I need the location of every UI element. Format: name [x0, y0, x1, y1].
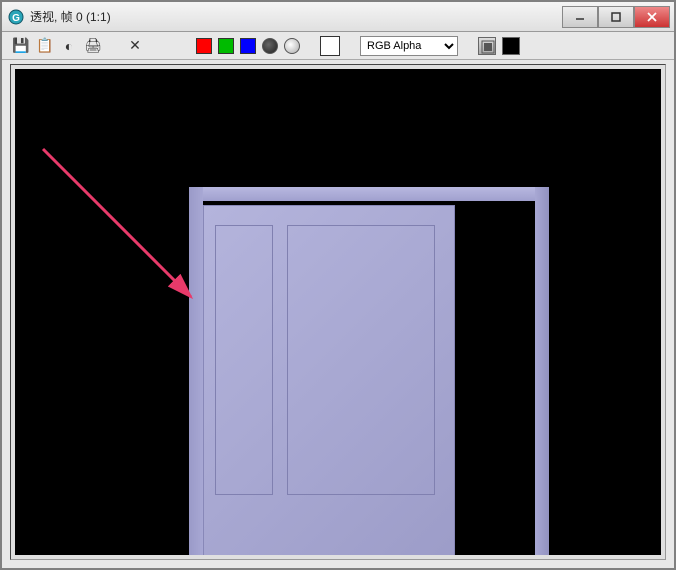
window-title: 透视, 帧 0 (1:1) [30, 8, 111, 25]
render-area [10, 64, 666, 560]
maximize-button[interactable] [598, 6, 634, 28]
print-icon[interactable]: 🖨 [84, 37, 102, 55]
minimize-button[interactable] [562, 6, 598, 28]
mono-dark-button[interactable] [262, 38, 278, 54]
contrast-icon[interactable]: ◐ [60, 37, 78, 55]
titlebar: G 透视, 帧 0 (1:1) [2, 2, 674, 32]
color-swatch[interactable] [320, 36, 340, 56]
mono-light-button[interactable] [284, 38, 300, 54]
viewport[interactable] [15, 69, 661, 555]
door-inset-left [215, 225, 273, 495]
channel-green-button[interactable] [218, 38, 234, 54]
annotation-arrow [41, 147, 201, 307]
channel-blue-button[interactable] [240, 38, 256, 54]
save-icon[interactable]: 💾 [12, 37, 30, 55]
toolbar: 💾 📋 ◐ 🖨 ✕ RGB Alpha [2, 32, 674, 60]
copy-icon[interactable]: 📋 [36, 37, 54, 55]
close-button[interactable] [634, 6, 670, 28]
window-controls [562, 6, 670, 28]
background-swatch[interactable] [502, 37, 520, 55]
app-icon: G [8, 9, 24, 25]
display-mode-button[interactable] [478, 37, 496, 55]
channel-red-button[interactable] [196, 38, 212, 54]
delete-icon[interactable]: ✕ [126, 37, 144, 55]
svg-text:G: G [12, 13, 20, 24]
render-window: G 透视, 帧 0 (1:1) 💾 📋 ◐ 🖨 ✕ [0, 0, 676, 570]
channel-dropdown[interactable]: RGB Alpha [360, 36, 458, 56]
door-inset-right [287, 225, 435, 495]
